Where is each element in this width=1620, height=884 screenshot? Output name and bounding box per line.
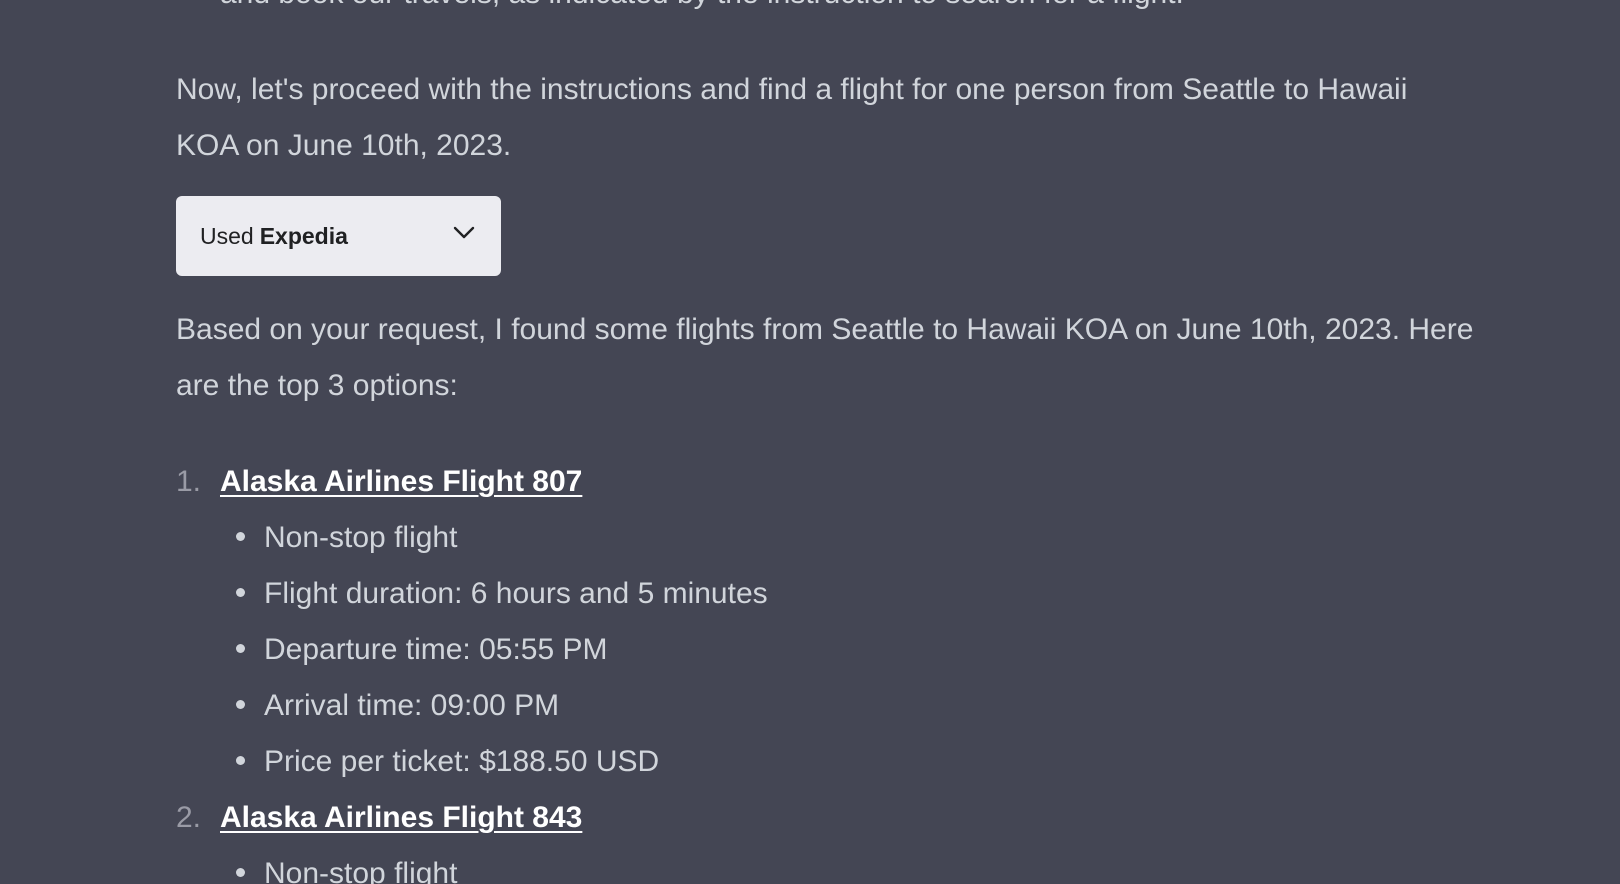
flight-detail: Non-stop flight [220,846,1476,884]
plugin-used-toggle[interactable]: Used Expedia [176,196,501,276]
flight-detail: Arrival time: 09:00 PM [220,678,1476,734]
flight-detail: Price per ticket: $188.50 USD [220,734,1476,790]
cut-off-text-line: and book our travels, as indicated by th… [220,0,1184,22]
flight-detail: Flight duration: 6 hours and 5 minutes [220,566,1476,622]
plugin-name: Expedia [259,223,348,249]
flight-list: 1. Alaska Airlines Flight 807 Non-stop f… [176,454,1476,884]
flight-details: Non-stop flight [220,846,1476,884]
flight-item: 1. Alaska Airlines Flight 807 Non-stop f… [176,454,1476,790]
flight-details: Non-stop flight Flight duration: 6 hours… [220,510,1476,790]
plugin-used-label: Used [200,223,254,249]
flight-link-843[interactable]: Alaska Airlines Flight 843 [220,801,582,834]
flight-link-807[interactable]: Alaska Airlines Flight 807 [220,465,582,498]
flight-detail: Non-stop flight [220,510,1476,566]
result-paragraph: Based on your request, I found some flig… [176,313,1474,402]
flight-item: 2. Alaska Airlines Flight 843 Non-stop f… [176,790,1476,884]
flight-number: 1. [176,465,202,498]
chevron-down-icon [453,226,475,239]
flight-detail: Departure time: 05:55 PM [220,622,1476,678]
flight-number: 2. [176,801,202,834]
intro-paragraph: Now, let's proceed with the instructions… [176,73,1408,162]
